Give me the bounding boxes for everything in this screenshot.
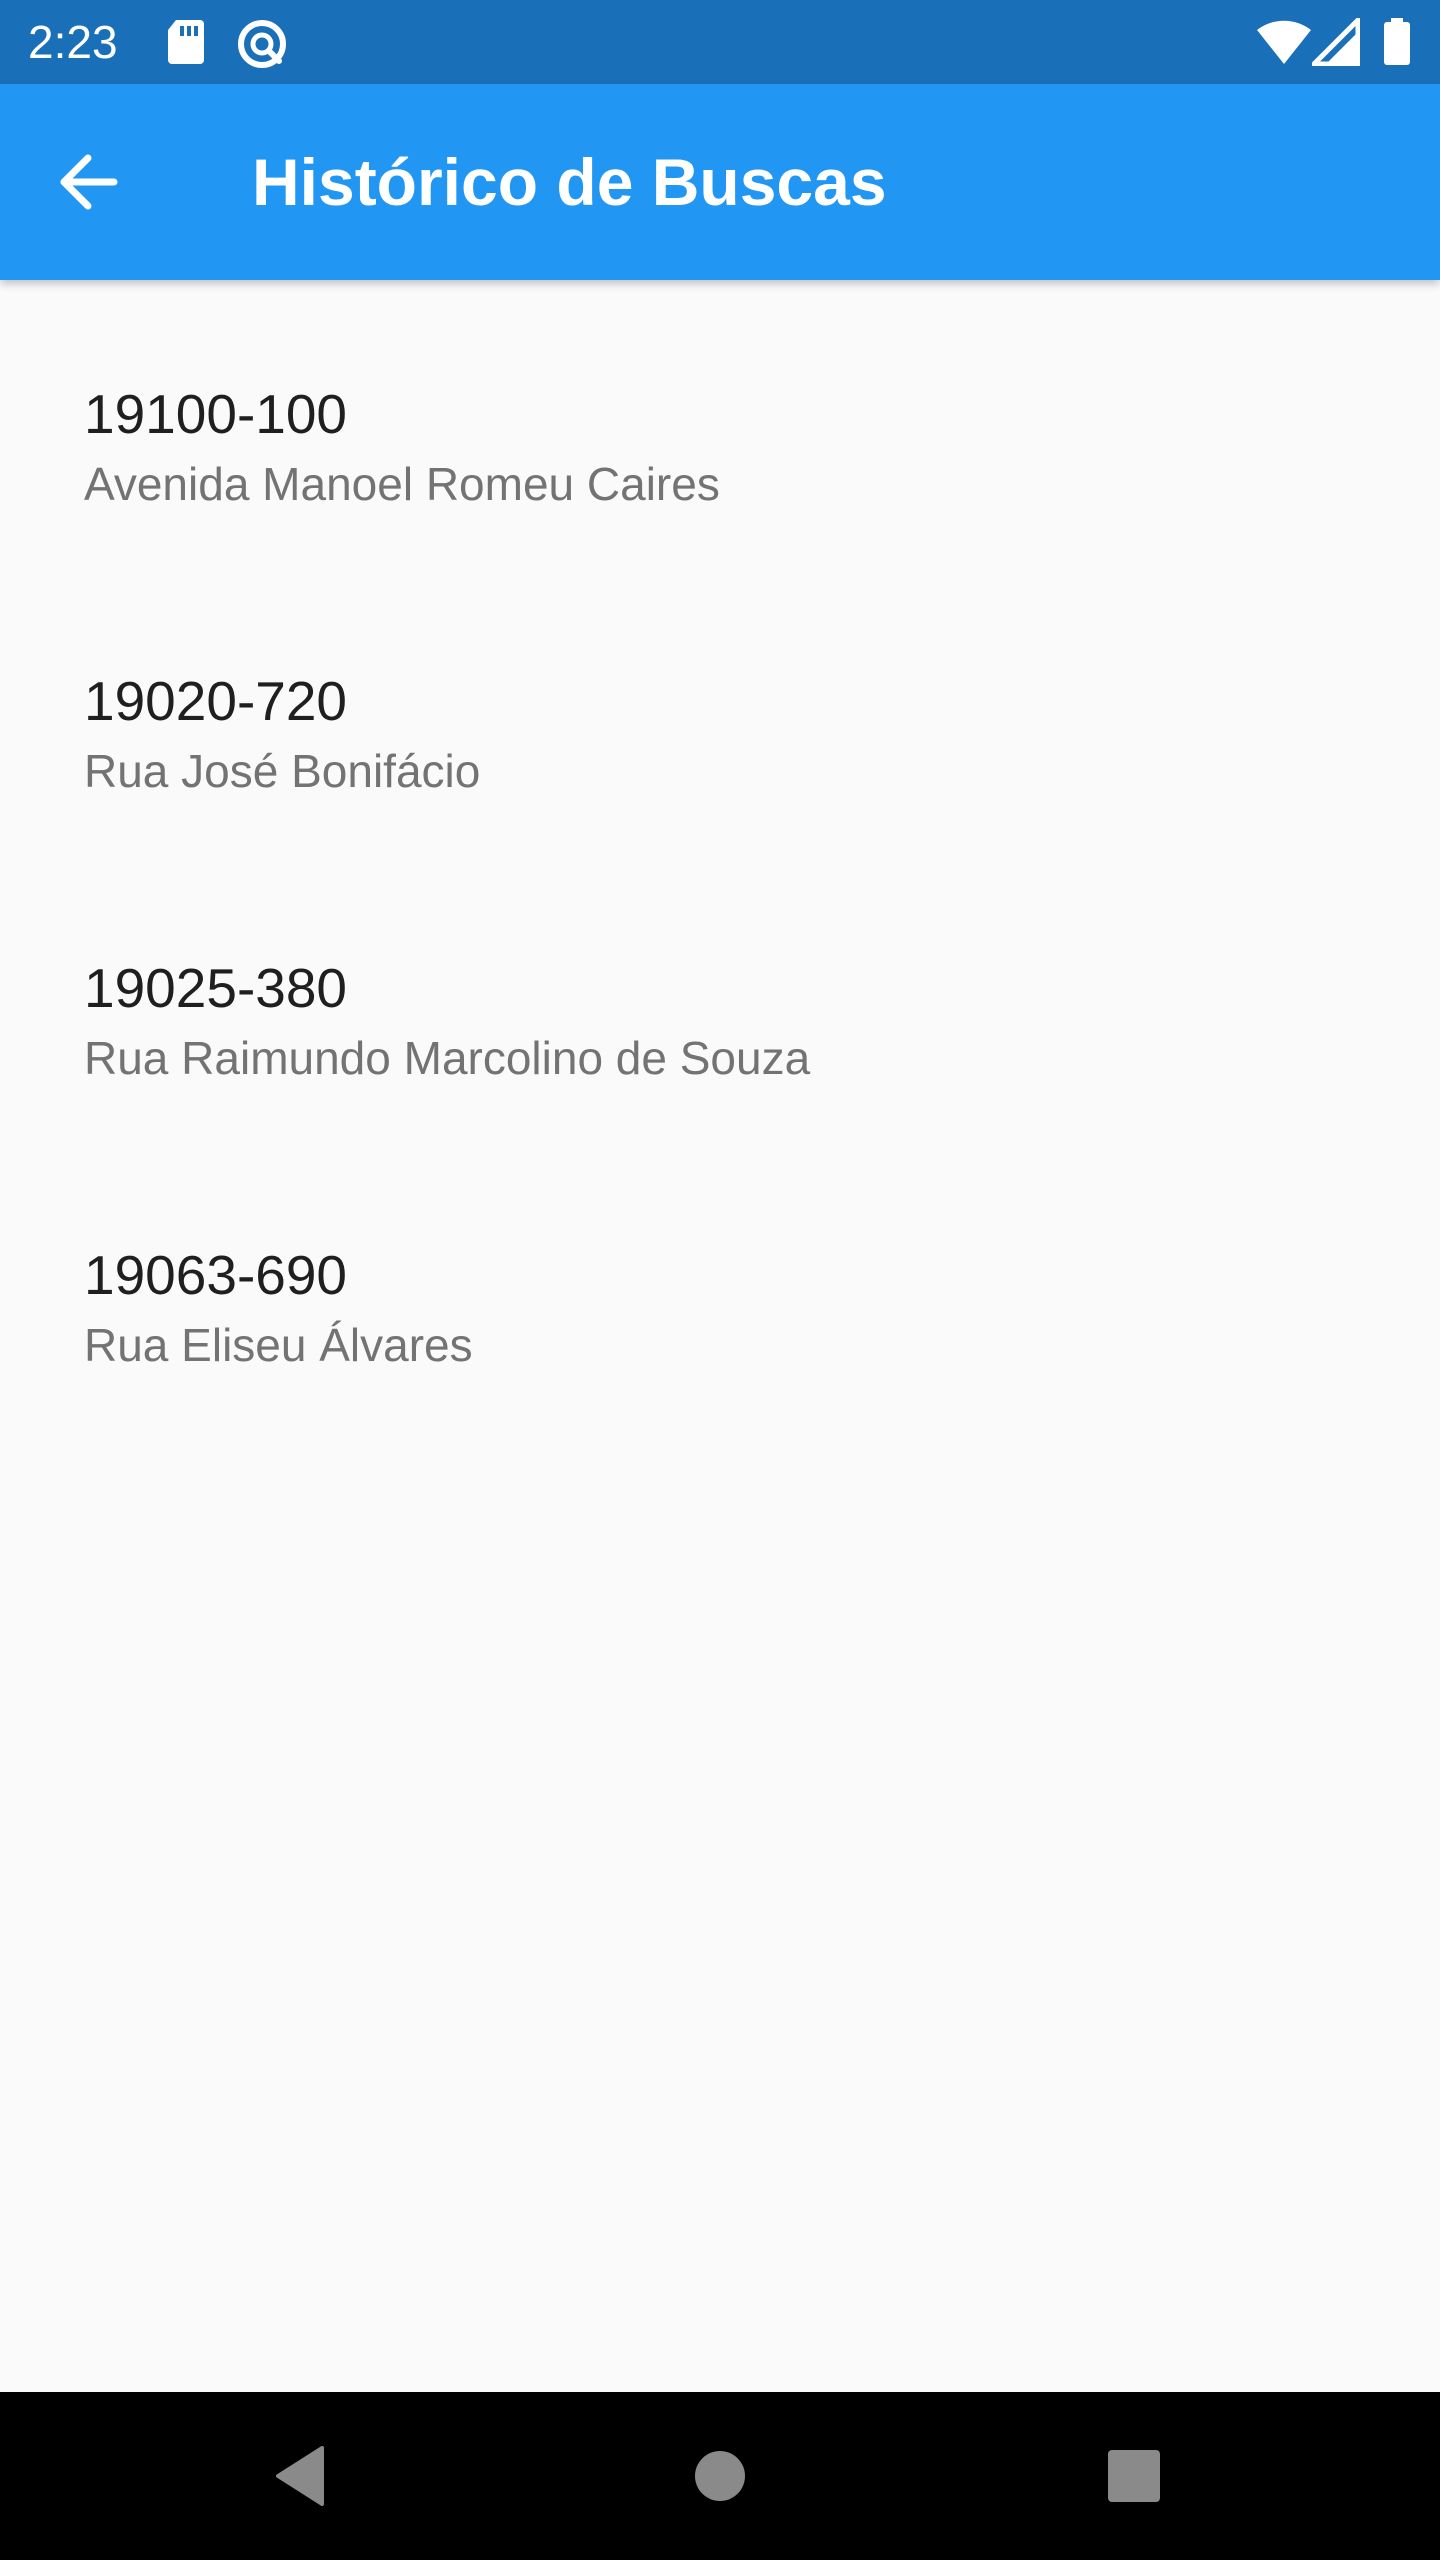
status-bar: 2:23 (0, 0, 1440, 84)
nav-back-button[interactable] (240, 2416, 360, 2536)
wifi-icon (1256, 18, 1312, 66)
history-list: 19100-100 Avenida Manoel Romeu Caires 19… (0, 280, 1440, 1428)
list-item[interactable]: 19063-690 Rua Eliseu Álvares (0, 1141, 1440, 1428)
status-time: 2:23 (28, 16, 118, 68)
arrow-back-icon (58, 152, 118, 212)
list-item[interactable]: 19025-380 Rua Raimundo Marcolino de Souz… (0, 854, 1440, 1141)
sd-card-icon (166, 18, 206, 66)
item-street: Avenida Manoel Romeu Caires (84, 458, 720, 510)
sync-icon (236, 18, 288, 68)
recents-square-icon (1107, 2449, 1161, 2503)
app-bar: Histórico de Buscas (0, 84, 1440, 280)
item-street: Rua Eliseu Álvares (84, 1319, 473, 1371)
home-circle-icon (694, 2450, 746, 2502)
page-title: Histórico de Buscas (252, 145, 887, 219)
battery-icon (1382, 18, 1412, 66)
back-triangle-icon (270, 2444, 330, 2508)
list-item[interactable]: 19100-100 Avenida Manoel Romeu Caires (0, 280, 1440, 567)
signal-icon (1311, 17, 1361, 67)
item-cep: 19020-720 (84, 670, 348, 732)
item-street: Rua José Bonifácio (84, 745, 481, 797)
nav-recents-button[interactable] (1074, 2416, 1194, 2536)
list-item[interactable]: 19020-720 Rua José Bonifácio (0, 567, 1440, 854)
item-cep: 19025-380 (84, 957, 348, 1019)
system-nav-bar (0, 2392, 1440, 2560)
back-button[interactable] (40, 134, 136, 230)
item-cep: 19063-690 (84, 1244, 348, 1306)
item-cep: 19100-100 (84, 383, 348, 445)
item-street: Rua Raimundo Marcolino de Souza (84, 1032, 811, 1084)
nav-home-button[interactable] (660, 2416, 780, 2536)
